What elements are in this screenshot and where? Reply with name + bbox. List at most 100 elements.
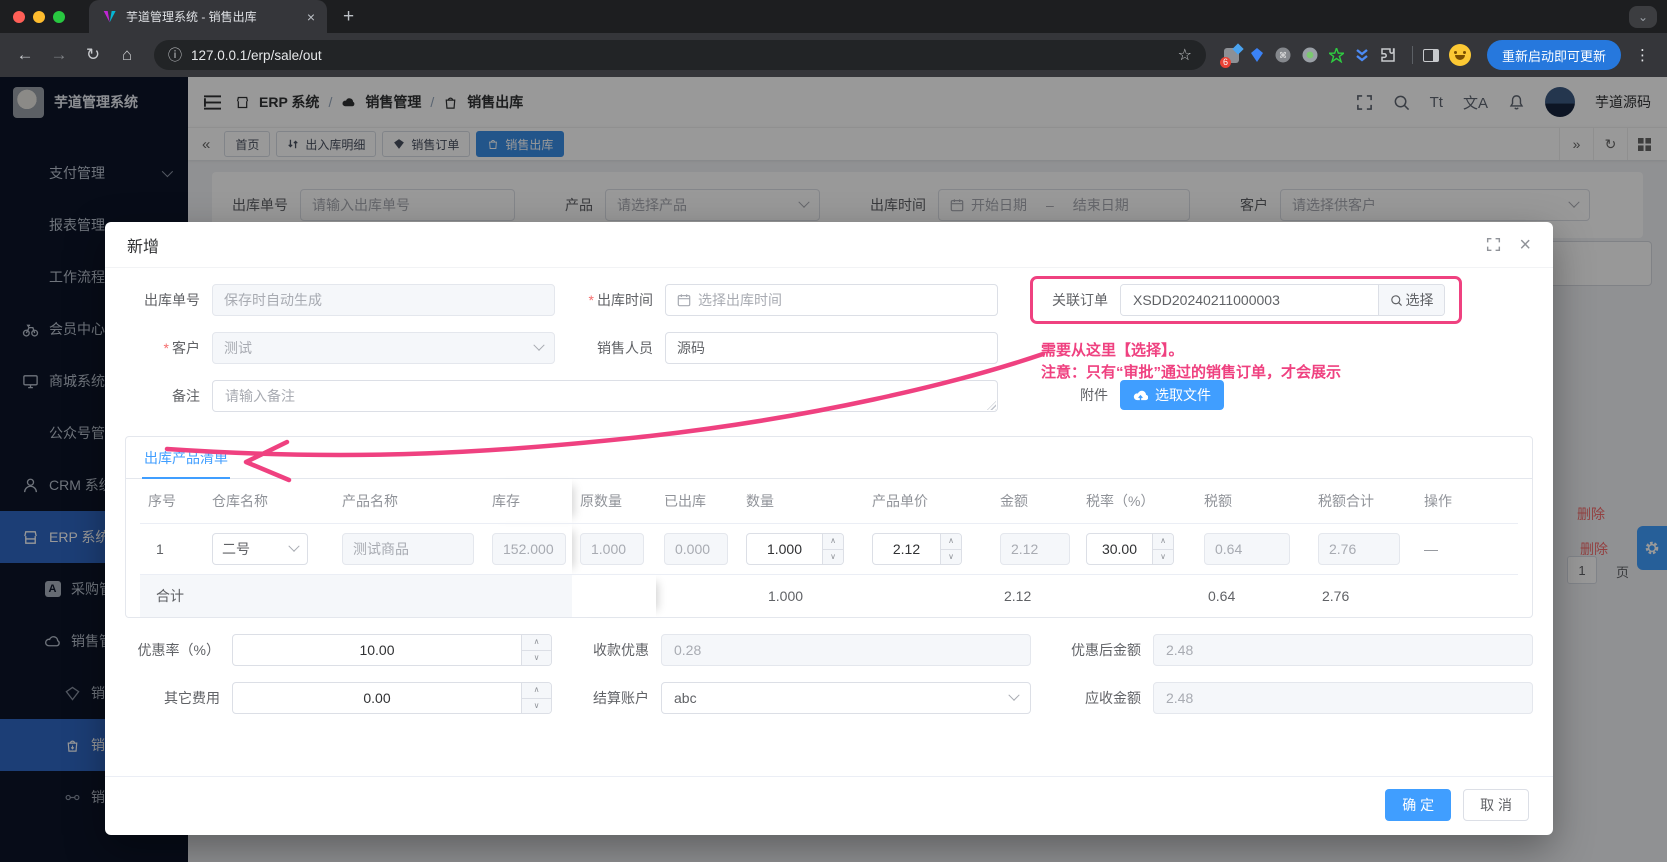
stepper-up-icon[interactable]: ∧ bbox=[522, 683, 551, 699]
discount-rate-label: 优惠率（%） bbox=[125, 640, 232, 660]
out-time-label: *出库时间 bbox=[555, 290, 665, 310]
amount-input: 2.12 bbox=[1000, 533, 1070, 565]
chevron-down-icon bbox=[1008, 690, 1019, 701]
extension-double-chevron-icon[interactable] bbox=[1355, 48, 1369, 63]
forward-icon[interactable]: → bbox=[44, 45, 74, 65]
site-info-icon[interactable]: ⓘ bbox=[168, 45, 182, 65]
col-tax-total: 税额合计 bbox=[1310, 479, 1416, 524]
total-row: 合计 1.000 2.12 0.64 2.76 bbox=[140, 575, 1518, 618]
confirm-button[interactable]: 确 定 bbox=[1385, 789, 1451, 821]
tax-rate-stepper[interactable]: 30.00∧∨ bbox=[1086, 533, 1174, 565]
reload-icon[interactable]: ↻ bbox=[78, 45, 108, 65]
related-order-label: 关联订单 bbox=[1048, 290, 1120, 310]
app-window: 芋道管理系统 支付管理 报表管理 工作流程 会员中心 商城系统 公众号管理 CR… bbox=[0, 77, 1667, 862]
annotation-line: 需要从这里【选择】。 bbox=[1041, 340, 1341, 362]
receivable-input: 2.48 bbox=[1153, 682, 1533, 714]
total-qty: 1.000 bbox=[738, 575, 864, 618]
stepper-up-icon[interactable]: ∧ bbox=[941, 534, 961, 550]
home-icon[interactable]: ⌂ bbox=[112, 45, 142, 65]
maximize-window-button[interactable] bbox=[53, 11, 65, 23]
after-discount-label: 优惠后金额 bbox=[1031, 640, 1153, 660]
settle-account-select[interactable]: abc bbox=[661, 682, 1031, 714]
bookmark-star-icon[interactable]: ☆ bbox=[1178, 45, 1192, 65]
col-stock: 库存 bbox=[484, 479, 572, 524]
warehouse-select[interactable]: 二号 bbox=[212, 533, 308, 565]
extension-icon[interactable]: 6 bbox=[1224, 48, 1239, 63]
stepper-down-icon[interactable]: ∨ bbox=[941, 550, 961, 565]
order-no-label: 出库单号 bbox=[125, 290, 212, 310]
other-fee-stepper[interactable]: 0.00∧∨ bbox=[232, 682, 552, 714]
chevron-down-icon bbox=[288, 541, 299, 552]
minimize-window-button[interactable] bbox=[33, 11, 45, 23]
stepper-up-icon[interactable]: ∧ bbox=[1153, 534, 1173, 550]
new-tab-button[interactable]: + bbox=[343, 6, 354, 28]
extension-badge: 6 bbox=[1220, 57, 1231, 68]
product-list-panel: 出库产品清单 序号 仓库名称 产品名称 库存 原数量 bbox=[125, 436, 1533, 618]
site-favicon bbox=[101, 9, 117, 25]
qty-stepper[interactable]: 1.000∧∨ bbox=[746, 533, 844, 565]
order-no-input[interactable] bbox=[212, 284, 555, 316]
extension-command-icon[interactable]: ⌘ bbox=[1275, 47, 1291, 63]
browser-menu-icon[interactable]: ⋮ bbox=[1635, 46, 1651, 64]
col-index: 序号 bbox=[140, 479, 204, 524]
total-label: 合计 bbox=[140, 575, 334, 618]
salesman-input[interactable] bbox=[665, 332, 998, 364]
browser-toolbar: ← → ↻ ⌂ ⓘ 127.0.0.1/erp/sale/out ☆ 6 ⌘ 重… bbox=[0, 33, 1667, 77]
close-window-button[interactable] bbox=[13, 11, 25, 23]
col-product: 产品名称 bbox=[334, 479, 484, 524]
col-amount: 金额 bbox=[992, 479, 1078, 524]
browser-update-button[interactable]: 重新启动即可更新 bbox=[1487, 40, 1621, 70]
stepper-down-icon[interactable]: ∨ bbox=[522, 699, 551, 714]
url-text: 127.0.0.1/erp/sale/out bbox=[191, 48, 1169, 63]
out-time-picker[interactable]: 选择出库时间 bbox=[665, 284, 998, 316]
stepper-down-icon[interactable]: ∨ bbox=[823, 550, 843, 565]
tab-outbound-products[interactable]: 出库产品清单 bbox=[142, 437, 230, 479]
related-order-select-button[interactable]: 选择 bbox=[1378, 285, 1444, 315]
toolbar-divider bbox=[1412, 46, 1413, 64]
stepper-up-icon[interactable]: ∧ bbox=[522, 635, 551, 651]
col-warehouse: 仓库名称 bbox=[204, 479, 334, 524]
row-index: 1 bbox=[140, 524, 204, 575]
tab-search-chevron-icon[interactable]: ⌄ bbox=[1629, 6, 1657, 28]
col-outbound: 已出库 bbox=[656, 479, 738, 524]
svg-text:⌘: ⌘ bbox=[1279, 51, 1287, 60]
col-tax: 税额 bbox=[1196, 479, 1310, 524]
side-panel-icon[interactable] bbox=[1423, 49, 1439, 62]
col-orig-qty: 原数量 bbox=[572, 479, 656, 524]
browser-tab[interactable]: 芋道管理系统 - 销售出库 × bbox=[89, 0, 327, 33]
stepper-down-icon[interactable]: ∨ bbox=[522, 651, 551, 666]
discount-rate-stepper[interactable]: 10.00∧∨ bbox=[232, 634, 552, 666]
cancel-button[interactable]: 取 消 bbox=[1463, 789, 1529, 821]
after-discount-input: 2.48 bbox=[1153, 634, 1533, 666]
col-action: 操作 bbox=[1416, 479, 1518, 524]
extension-dot-icon[interactable] bbox=[1302, 47, 1318, 63]
table-row: 1 二号 测试商品 152.000 1.000 0.000 1.000∧∨ 2.… bbox=[140, 524, 1518, 575]
stepper-down-icon[interactable]: ∨ bbox=[1153, 550, 1173, 565]
remark-textarea[interactable] bbox=[212, 380, 998, 412]
address-bar[interactable]: ⓘ 127.0.0.1/erp/sale/out ☆ bbox=[154, 40, 1206, 70]
dialog-body: 出库单号 *出库时间 选择出库时间 关联订单 bbox=[105, 268, 1553, 762]
search-icon bbox=[1390, 294, 1403, 307]
extension-diamond-icon bbox=[1232, 43, 1243, 54]
extensions-puzzle-icon[interactable] bbox=[1380, 47, 1396, 63]
attachment-upload-button[interactable]: 选取文件 bbox=[1120, 380, 1224, 410]
back-icon[interactable]: ← bbox=[10, 45, 40, 65]
customer-select[interactable]: 测试 bbox=[212, 332, 555, 364]
price-stepper[interactable]: 2.12∧∨ bbox=[872, 533, 962, 565]
extension-icons: 6 ⌘ bbox=[1224, 47, 1396, 63]
receipt-discount-input: 0.28 bbox=[661, 634, 1031, 666]
macos-traffic-lights bbox=[0, 11, 79, 23]
tab-close-icon[interactable]: × bbox=[307, 9, 315, 25]
profile-avatar-icon[interactable] bbox=[1449, 44, 1471, 66]
browser-tab-strip: 芋道管理系统 - 销售出库 × + ⌄ bbox=[0, 0, 1667, 33]
stepper-up-icon[interactable]: ∧ bbox=[823, 534, 843, 550]
dialog-fullscreen-icon[interactable] bbox=[1486, 237, 1501, 252]
extension-kite-icon[interactable] bbox=[1250, 48, 1264, 62]
calendar-icon bbox=[677, 293, 691, 307]
attachment-label: 附件 bbox=[1072, 385, 1120, 405]
remark-label: 备注 bbox=[125, 386, 212, 406]
dialog-close-icon[interactable]: × bbox=[1519, 235, 1531, 255]
extension-star-icon[interactable] bbox=[1329, 48, 1344, 63]
related-order-input[interactable] bbox=[1121, 285, 1378, 315]
total-tax-total: 2.76 bbox=[1310, 575, 1416, 618]
